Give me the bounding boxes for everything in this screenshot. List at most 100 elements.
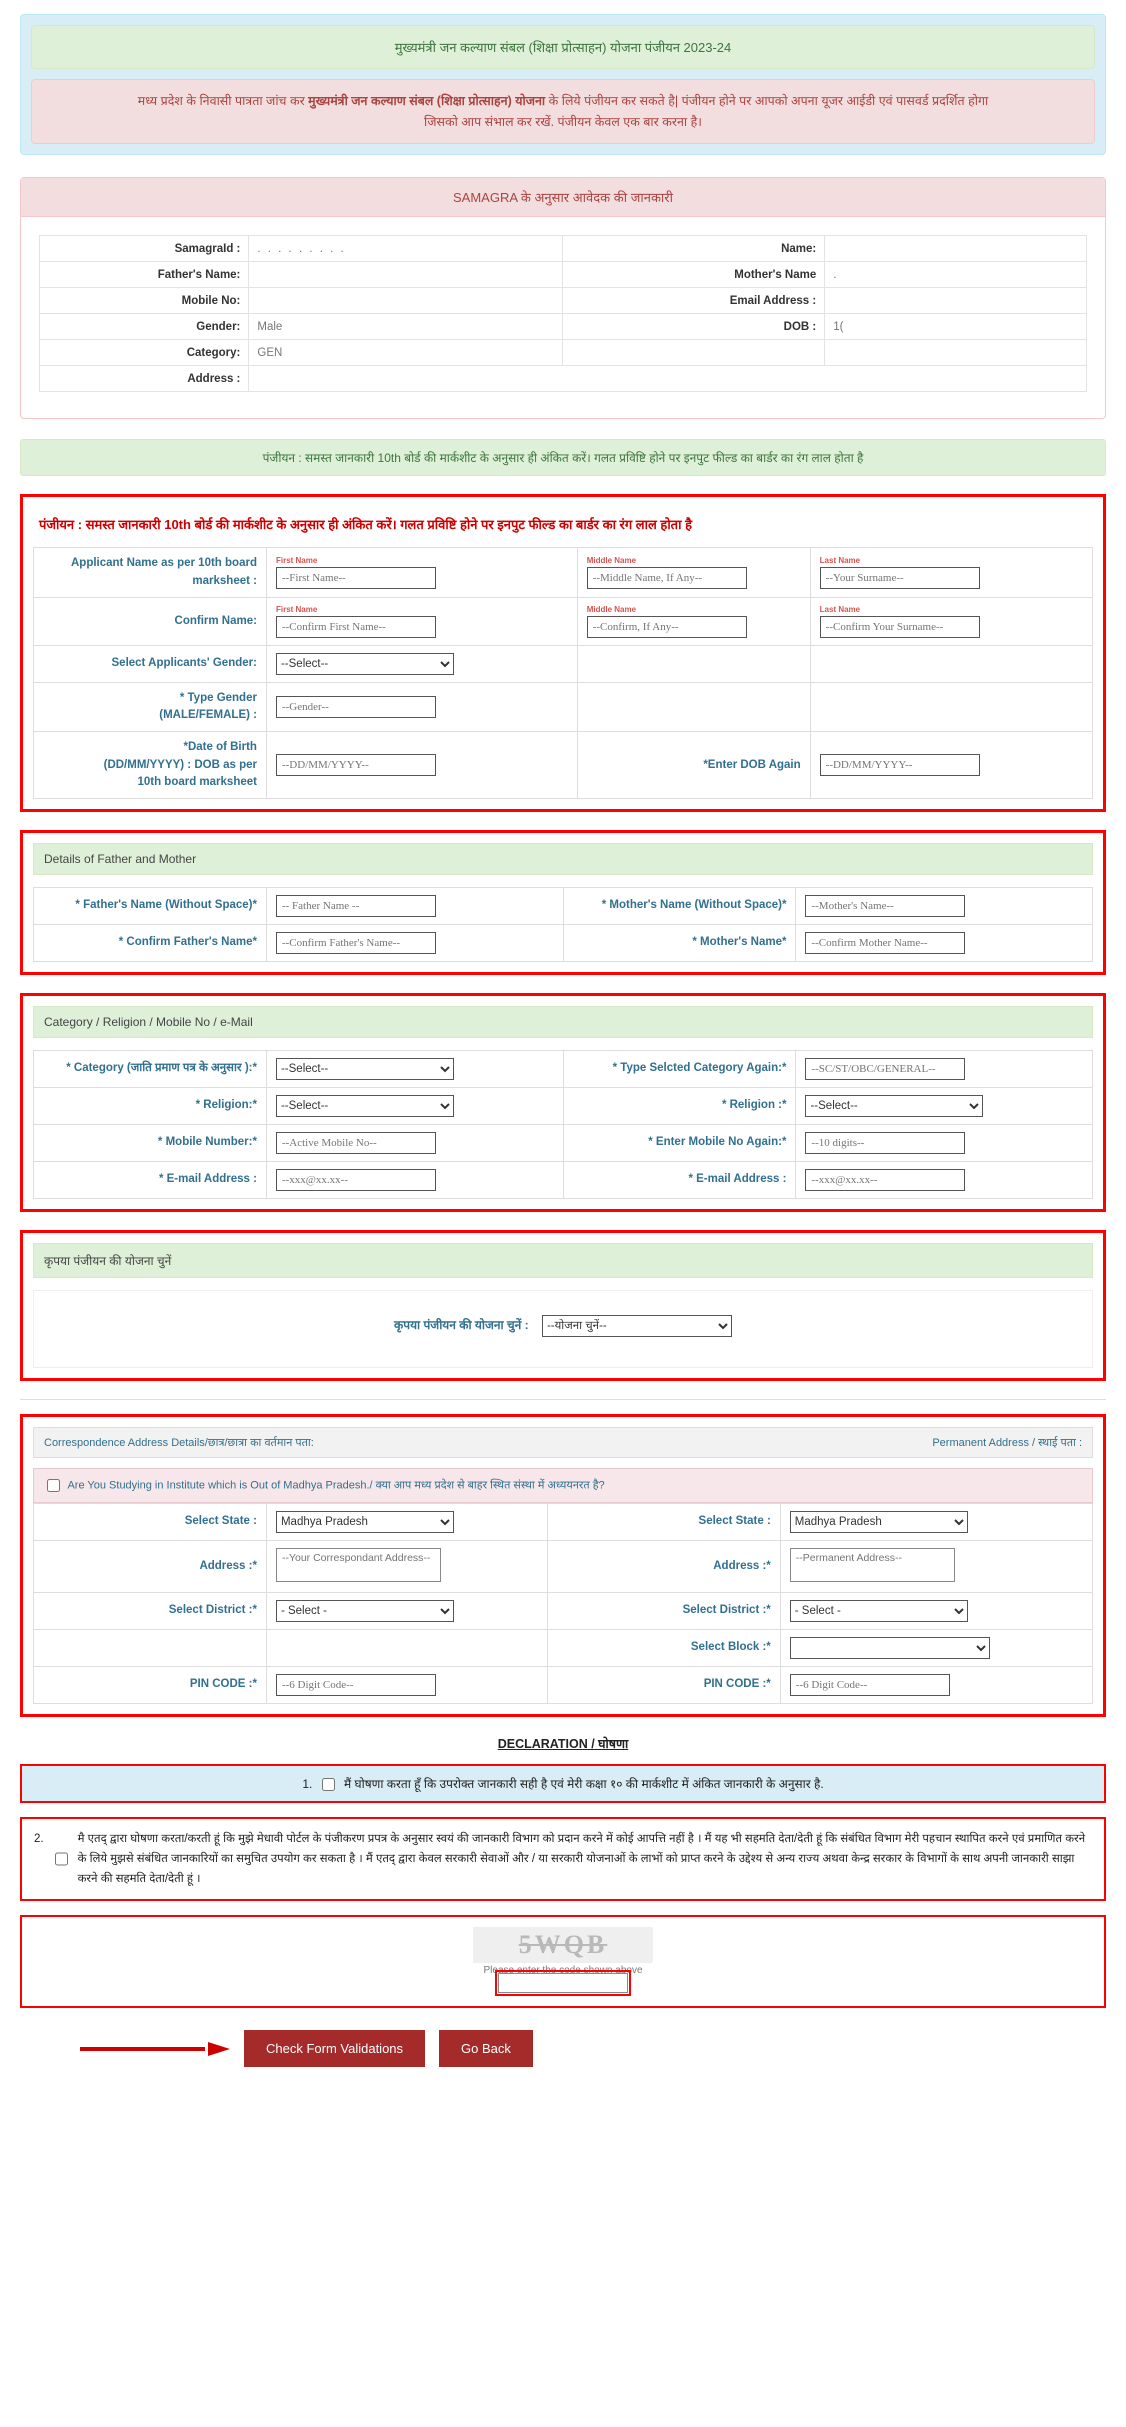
table-row: * Religion:* --Select-- * Religion :* --… [33, 1087, 1093, 1125]
empty-value [824, 339, 1087, 367]
empty-cell [809, 644, 1094, 683]
district-select-permanent[interactable]: - Select - [789, 1600, 968, 1622]
mother-name-label: Mother's Name [562, 261, 826, 289]
state-select[interactable]: Madhya Pradesh [275, 1511, 454, 1533]
category-select[interactable]: --Select-- [275, 1058, 454, 1080]
type-gender-input[interactable] [275, 696, 436, 718]
captcha-input[interactable] [498, 1973, 628, 1994]
yojana-row: कृपया पंजीयन की योजना चुनें : --योजना चु… [46, 1301, 1080, 1351]
category-again-input[interactable] [805, 1058, 966, 1080]
religion2-select[interactable]: --Select-- [805, 1095, 984, 1117]
first-name-input[interactable] [275, 567, 436, 589]
applicant-name-section: पंजीयन : समस्त जानकारी 10th बोर्ड की मार… [20, 494, 1106, 812]
email2-input[interactable] [805, 1169, 966, 1191]
permanent-address-textarea[interactable] [789, 1548, 955, 1582]
state-select-permanent[interactable]: Madhya Pradesh [789, 1511, 968, 1533]
declaration-1-checkbox[interactable] [321, 1778, 335, 1792]
mobile-again-input[interactable] [805, 1132, 966, 1154]
state-select-permanent-cell: Madhya Pradesh [779, 1503, 1094, 1541]
block-select-cell [779, 1629, 1094, 1667]
confirm-first-name-mini-label: First Name [275, 604, 318, 614]
father-name-label: Father's Name: [38, 261, 250, 289]
confirm-last-name-cell: Last Name [809, 596, 1094, 646]
table-row: * Mobile Number:* * Enter Mobile No Agai… [33, 1124, 1093, 1162]
correspondence-address-textarea[interactable] [275, 1548, 441, 1582]
dob-label-line2: (DD/MM/YYYY) : DOB as per [103, 758, 257, 771]
block-select[interactable] [789, 1637, 990, 1659]
email-field-label: * E-mail Address : [33, 1161, 267, 1199]
address-field-label: Address :* [33, 1540, 267, 1593]
confirm-name-label: Confirm Name: [33, 596, 267, 646]
mother-name-input[interactable] [805, 895, 966, 917]
study-outside-mp-row[interactable]: Are You Studying in Institute which is O… [33, 1468, 1093, 1503]
parents-section-title: Details of Father and Mother [33, 843, 1093, 875]
mobile-again-cell [795, 1124, 1093, 1162]
district-label-permanent: Select District :* [546, 1592, 781, 1630]
gender-select[interactable]: --Select-- [275, 652, 454, 675]
email-input[interactable] [275, 1169, 436, 1191]
declaration-1-number: 1. [302, 1777, 313, 1791]
yojana-inner: कृपया पंजीयन की योजना चुनें : --योजना चु… [33, 1290, 1093, 1368]
table-row: Applicant Name as per 10th board markshe… [33, 547, 1094, 598]
pin-input[interactable] [275, 1674, 436, 1696]
mobile-no-label: Mobile No: [38, 287, 250, 315]
address-label: Address : [38, 365, 250, 393]
dob-again-input[interactable] [819, 754, 980, 777]
religion-field-label: * Religion:* [33, 1087, 267, 1125]
samagra-panel: SAMAGRA के अनुसार आवेदक की जानकारी Samag… [20, 177, 1106, 420]
declaration-2-checkbox[interactable] [54, 1832, 68, 1887]
middle-name-input[interactable] [586, 567, 747, 589]
father-name-input[interactable] [275, 895, 436, 917]
check-form-validations-button[interactable]: Check Form Validations [244, 2030, 426, 2068]
type-gender-label-line2: (MALE/FEMALE) : [159, 709, 257, 721]
mobile-again-field-label: * Enter Mobile No Again:* [562, 1124, 797, 1162]
dob-label: DOB : [562, 313, 826, 341]
state-label-permanent: Select State : [546, 1503, 781, 1541]
dob-input[interactable] [275, 754, 436, 777]
pin-cell [265, 1666, 548, 1704]
address-value [248, 365, 1087, 393]
table-row: Address : [38, 365, 1087, 393]
table-row: Select Applicants' Gender: --Select-- [33, 644, 1094, 683]
divider [20, 1399, 1106, 1400]
confirm-father-name-input[interactable] [275, 932, 436, 954]
gender-select-cell: --Select-- [265, 644, 578, 683]
address-field-label-permanent: Address :* [546, 1540, 781, 1593]
table-row: * Father's Name (Without Space)* * Mothe… [33, 887, 1093, 925]
name-label: Name: [562, 235, 826, 263]
category-section-title: Category / Religion / Mobile No / e-Mail [33, 1006, 1093, 1038]
pin-label-permanent: PIN CODE :* [546, 1666, 781, 1704]
empty-cell [576, 644, 811, 683]
email2-field-label: * E-mail Address : [562, 1161, 797, 1199]
confirm-father-name-label: * Confirm Father's Name* [33, 924, 267, 962]
confirm-last-name-input[interactable] [819, 615, 980, 638]
mother-name-value: . [824, 261, 1087, 289]
study-outside-mp-checkbox[interactable] [47, 1479, 60, 1492]
religion2-field-label: * Religion :* [562, 1087, 797, 1125]
table-row: Select Block :* [33, 1629, 1094, 1667]
page-title: मुख्यमंत्री जन कल्याण संबल (शिक्षा प्रोत… [31, 25, 1095, 69]
mother-name-field-label: * Mother's Name (Without Space)* [562, 887, 797, 925]
pin-input-permanent[interactable] [789, 1674, 950, 1696]
religion-select[interactable]: --Select-- [275, 1095, 454, 1117]
category-select-cell: --Select-- [265, 1050, 564, 1088]
confirm-last-name-mini-label: Last Name [819, 604, 861, 614]
table-row: Category: GEN [38, 339, 1087, 367]
arrow-shaft [80, 2046, 205, 2051]
confirm-middle-name-input[interactable] [586, 615, 747, 638]
yojana-select[interactable]: --योजना चुनें-- [541, 1315, 732, 1337]
top-banner: मुख्यमंत्री जन कल्याण संबल (शिक्षा प्रोत… [20, 14, 1106, 156]
category-again-cell [795, 1050, 1093, 1088]
father-name-value [248, 261, 564, 289]
email-address-label: Email Address : [562, 287, 826, 315]
notice-banner: मध्य प्रदेश के निवासी पात्रता जांच कर मु… [31, 79, 1095, 145]
first-name-mini-label: First Name [275, 556, 318, 565]
notice-scheme-name: मुख्यमंत्री जन कल्याण संबल (शिक्षा प्रोत… [308, 94, 546, 108]
mobile-input[interactable] [275, 1132, 436, 1154]
last-name-input[interactable] [819, 567, 980, 589]
confirm-mother-name-input[interactable] [805, 932, 966, 954]
confirm-first-name-input[interactable] [275, 615, 436, 638]
district-select[interactable]: - Select - [275, 1600, 454, 1622]
go-back-button[interactable]: Go Back [439, 2030, 533, 2068]
declaration-2-number: 2. [34, 1833, 44, 1845]
